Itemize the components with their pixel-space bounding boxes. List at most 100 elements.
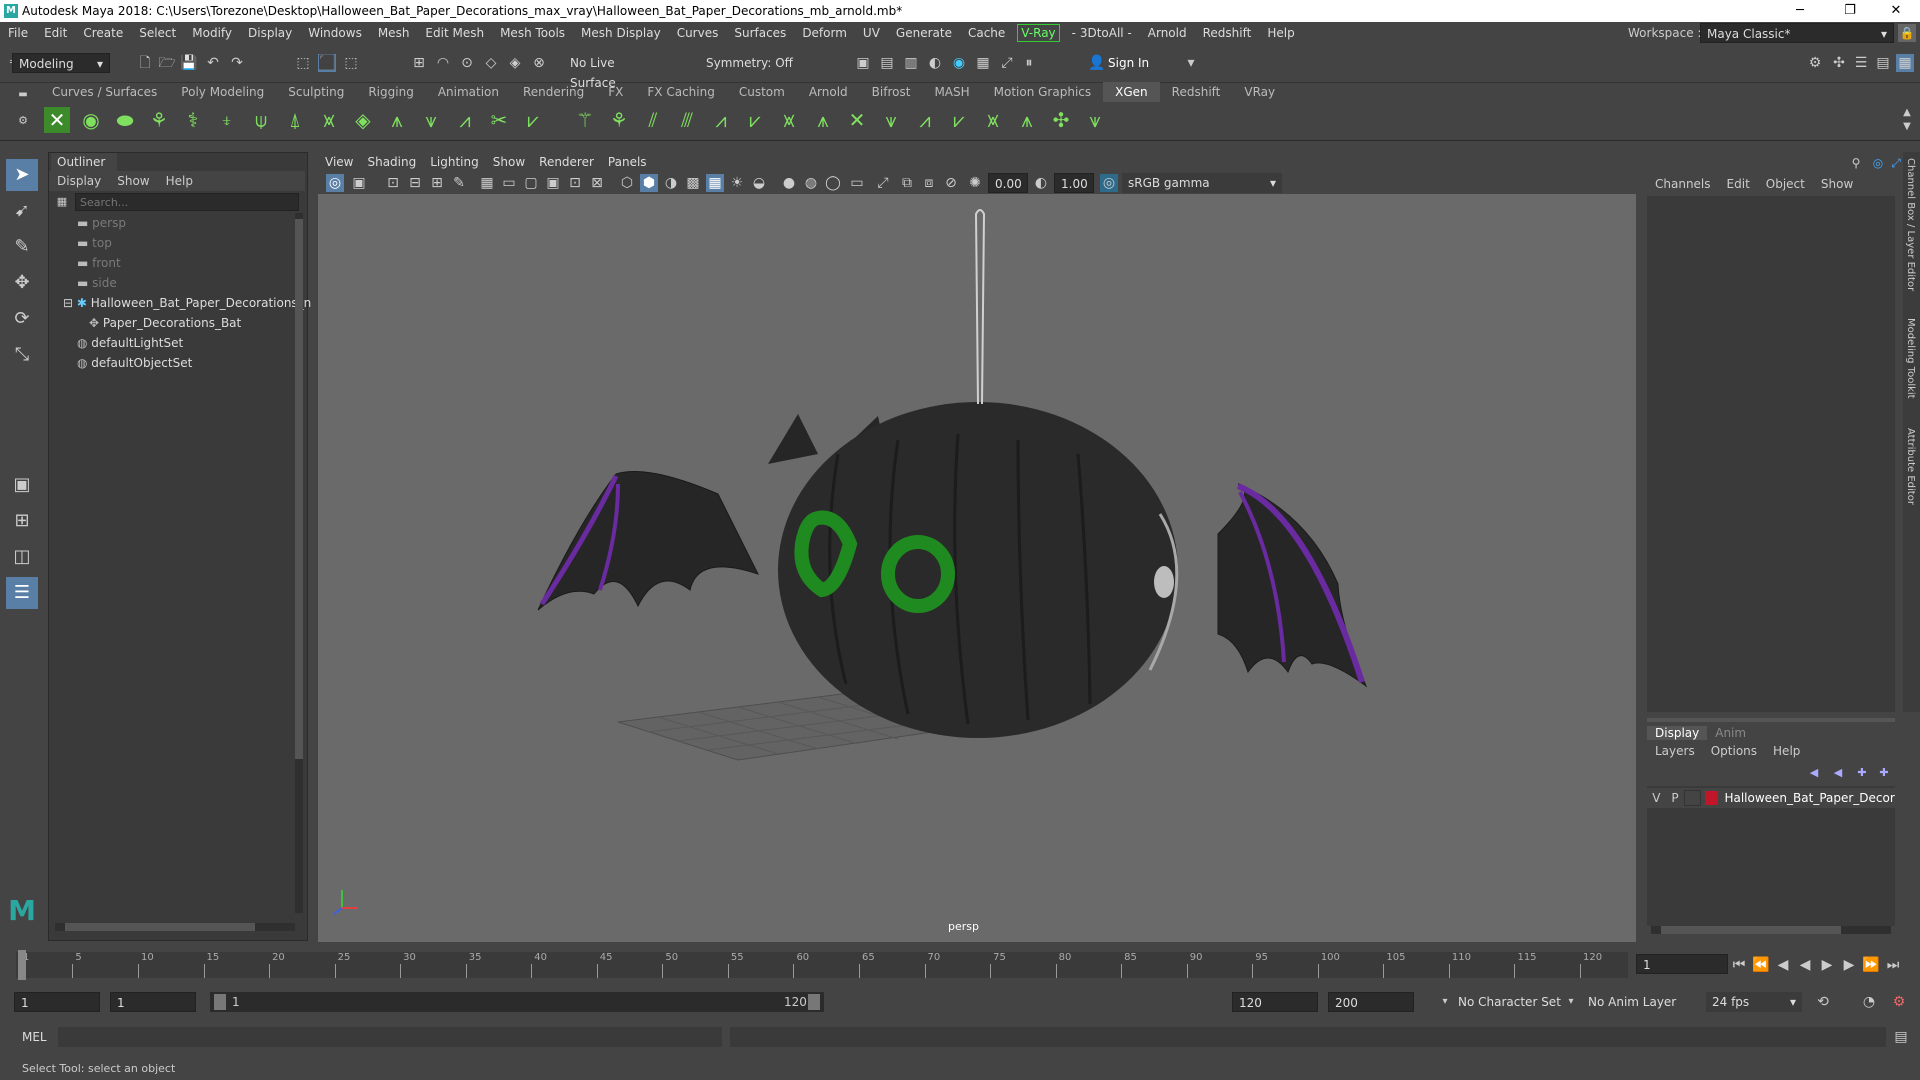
menu-select[interactable]: Select <box>131 22 184 44</box>
xray-joints-icon[interactable]: ⧉ <box>898 174 916 192</box>
lock-icon[interactable]: 🔒 <box>1898 24 1916 42</box>
outliner-layout-icon[interactable]: ☰ <box>6 577 38 609</box>
xgen-groom-cut-icon[interactable]: ⩗ <box>946 107 972 133</box>
xgen-groom-create-icon[interactable]: ⚚ <box>572 107 598 133</box>
menu-vray[interactable]: V-Ray <box>1017 24 1060 42</box>
tab-rendering[interactable]: Rendering <box>511 82 596 102</box>
menu-help[interactable]: Help <box>1259 22 1302 44</box>
tab-channel-box-layer-editor[interactable]: Channel Box / Layer Editor <box>1905 158 1916 291</box>
tab-fx-caching[interactable]: FX Caching <box>635 82 726 102</box>
outliner-item[interactable]: ▬ top <box>77 233 112 253</box>
select-component-icon[interactable]: ⬚ <box>342 54 360 72</box>
resolution-gate-icon[interactable]: ▢ <box>522 174 540 192</box>
tab-mash[interactable]: MASH <box>922 82 981 102</box>
go-to-start-icon[interactable]: ⏮ <box>1730 956 1748 974</box>
menu-set-dropdown[interactable]: Modeling ▾ <box>12 53 110 73</box>
vp-menu-panels[interactable]: Panels <box>601 152 654 172</box>
sign-in-button[interactable]: Sign In <box>1108 53 1149 73</box>
menu-mesh-display[interactable]: Mesh Display <box>573 22 669 44</box>
xgen-groom-smooth-icon[interactable]: ⩗ <box>742 107 768 133</box>
step-forward-frame-icon[interactable]: ⏩ <box>1862 956 1880 974</box>
menu-windows[interactable]: Windows <box>300 22 370 44</box>
preferences-icon[interactable]: ⚙ <box>1890 993 1908 1011</box>
move-layer-down-icon[interactable]: ◀ <box>1829 764 1847 782</box>
layer-menu-options[interactable]: Options <box>1703 744 1765 758</box>
select-camera-icon[interactable]: ◎ <box>326 174 344 192</box>
menu-cache[interactable]: Cache <box>960 22 1013 44</box>
motion-blur-icon[interactable]: ◍ <box>802 174 820 192</box>
tab-motion-graphics[interactable]: Motion Graphics <box>982 82 1104 102</box>
gate-mask-icon[interactable]: ▣ <box>544 174 562 192</box>
vp-menu-show[interactable]: Show <box>486 152 532 172</box>
expand-collapse-icon[interactable]: ⊟ <box>63 296 77 310</box>
tab-display-layers[interactable]: Display <box>1647 726 1708 740</box>
xgen-cut-icon[interactable]: ✂ <box>486 107 512 133</box>
paint-select-icon[interactable]: ✎ <box>6 231 38 263</box>
tab-curves-surfaces[interactable]: Curves / Surfaces <box>40 82 169 102</box>
xgen-editor-icon[interactable]: ✕ <box>44 107 70 133</box>
render-settings-icon[interactable]: ▥ <box>902 54 920 72</box>
layer-visibility-toggle[interactable]: V <box>1647 791 1666 805</box>
outliner-menu-show[interactable]: Show <box>109 174 157 188</box>
snap-view-icon[interactable]: ◇ <box>482 54 500 72</box>
outliner-menu-display[interactable]: Display <box>49 174 109 188</box>
snap-curve-icon[interactable]: ◠ <box>434 54 452 72</box>
outliner-item[interactable]: ▬ side <box>77 273 117 293</box>
xgen-spline-icon[interactable]: ⩛ <box>418 107 444 133</box>
range-slider[interactable]: 1 120 <box>210 992 824 1012</box>
layer-type-toggle[interactable] <box>1684 790 1702 806</box>
render-ipr-icon[interactable]: ▤ <box>878 54 896 72</box>
layer-menu-layers[interactable]: Layers <box>1647 744 1703 758</box>
camera-attr-icon[interactable]: ▣ <box>350 174 368 192</box>
xgen-add-guides-icon[interactable]: ⚘ <box>146 107 172 133</box>
menu-deform[interactable]: Deform <box>794 22 855 44</box>
color-management-icon[interactable]: ◎ <box>1100 174 1118 192</box>
menu-edit[interactable]: Edit <box>36 22 75 44</box>
render-view-icon[interactable]: ▦ <box>974 54 992 72</box>
menu-curves[interactable]: Curves <box>669 22 727 44</box>
isolate-select-icon[interactable]: ⤢ <box>874 174 892 192</box>
outliner-vscrollbar[interactable] <box>295 213 303 913</box>
snap-point-icon[interactable]: ⊙ <box>458 54 476 72</box>
xgen-collection-icon[interactable]: ◉ <box>78 107 104 133</box>
xgen-groom-curl-icon[interactable]: ⩛ <box>878 107 904 133</box>
lasso-tool-icon[interactable]: ➹ <box>6 195 38 227</box>
grid-icon[interactable]: ▦ <box>478 174 496 192</box>
rotate-tool-icon[interactable]: ⟳ <box>6 303 38 335</box>
menu-mesh-tools[interactable]: Mesh Tools <box>492 22 573 44</box>
play-forwards-icon[interactable]: ▶ <box>1818 956 1836 974</box>
single-view-icon[interactable]: ▣ <box>6 469 38 501</box>
snap-surface-icon[interactable]: ◈ <box>506 54 524 72</box>
outliner-item[interactable]: ▬ persp <box>77 213 126 233</box>
restore-button[interactable]: ❐ <box>1830 0 1870 22</box>
outliner-item[interactable]: ✥ Paper_Decorations_Bat <box>89 313 241 333</box>
layer-playback-toggle[interactable]: P <box>1666 791 1685 805</box>
tab-bifrost[interactable]: Bifrost <box>860 82 923 102</box>
hypershade-icon[interactable]: ◐ <box>926 54 944 72</box>
tab-xgen[interactable]: XGen <box>1103 82 1160 102</box>
command-input[interactable] <box>58 1027 722 1047</box>
xgen-groom-select-icon[interactable]: ⩙ <box>980 107 1006 133</box>
symmetry-dropdown[interactable]: Symmetry: Off <box>700 53 804 73</box>
layer-color-swatch[interactable] <box>1705 791 1719 805</box>
xgen-interactive-icon[interactable]: ⩗ <box>520 107 546 133</box>
tab-fx[interactable]: FX <box>596 82 635 102</box>
attribute-toggle-icon[interactable]: ◎ <box>1869 154 1887 172</box>
xgen-fur-icon[interactable]: ⩙ <box>316 107 342 133</box>
xgen-groom-part-icon[interactable]: ✕ <box>844 107 870 133</box>
layer-hscrollbar[interactable] <box>1651 926 1891 934</box>
xgen-sculpt-guides-icon[interactable]: ⚕ <box>180 107 206 133</box>
textured-icon[interactable]: ▩ <box>684 174 702 192</box>
xgen-guide-lengths-icon[interactable]: ⍦ <box>248 107 274 133</box>
menu-uv[interactable]: UV <box>855 22 888 44</box>
menu-mesh[interactable]: Mesh <box>370 22 418 44</box>
exposure-icon[interactable]: ✺ <box>966 174 984 192</box>
animation-start-field[interactable]: 1 <box>14 992 100 1012</box>
cb-menu-edit[interactable]: Edit <box>1719 177 1758 191</box>
outliner-search-input[interactable] <box>75 193 299 211</box>
animation-end-field[interactable]: 200 <box>1328 992 1414 1012</box>
outliner-item[interactable]: ◍ defaultObjectSet <box>77 353 192 373</box>
gamma-field[interactable]: 1.00 <box>1054 173 1094 193</box>
xgen-groom-freeze-icon[interactable]: ⩘ <box>912 107 938 133</box>
chevron-down-icon[interactable]: ▾ <box>1182 54 1200 72</box>
